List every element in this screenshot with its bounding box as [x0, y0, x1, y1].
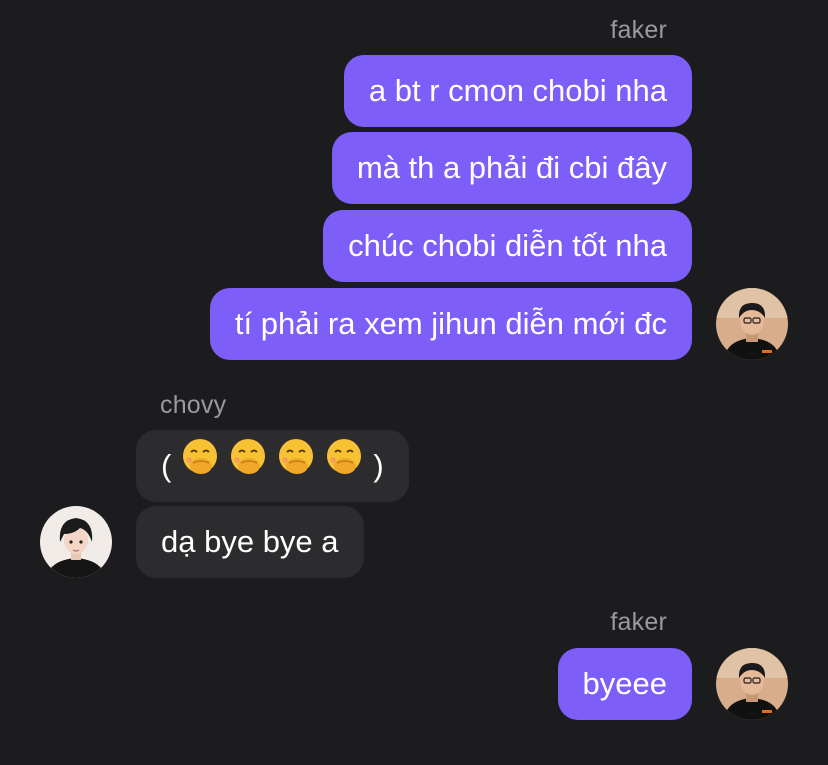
emoji-message-bubble[interactable]: ( ) [136, 430, 409, 502]
message-bubble[interactable]: a bt r cmon chobi nha [343, 55, 692, 127]
face-with-hand-over-mouth-icon [277, 430, 315, 502]
message-bubble[interactable]: mà th a phải đi cbi đây [331, 132, 692, 204]
message-bubble[interactable]: chúc chobi diễn tốt nha [323, 210, 692, 282]
avatar-photo-icon [40, 506, 112, 578]
message-bubble[interactable]: dạ bye bye a [136, 506, 364, 578]
message-bubble[interactable]: byeee [557, 648, 692, 720]
emoji-paren-close: ) [373, 448, 384, 483]
avatar-photo-icon [716, 288, 788, 360]
avatar-chovy[interactable] [40, 506, 112, 578]
message-bubble[interactable]: tí phải ra xem jihun diễn mới đc [209, 288, 692, 360]
sender-name: chovy [160, 391, 227, 419]
avatar-photo-icon [716, 648, 788, 720]
face-with-hand-over-mouth-icon [229, 430, 267, 502]
face-with-hand-over-mouth-icon [181, 430, 219, 502]
sender-name: faker [610, 608, 667, 636]
emoji-paren-open: ( [161, 448, 172, 483]
avatar-faker[interactable] [716, 648, 788, 720]
sender-name: faker [610, 16, 667, 44]
avatar-faker[interactable] [716, 288, 788, 360]
face-with-hand-over-mouth-icon [325, 430, 363, 502]
